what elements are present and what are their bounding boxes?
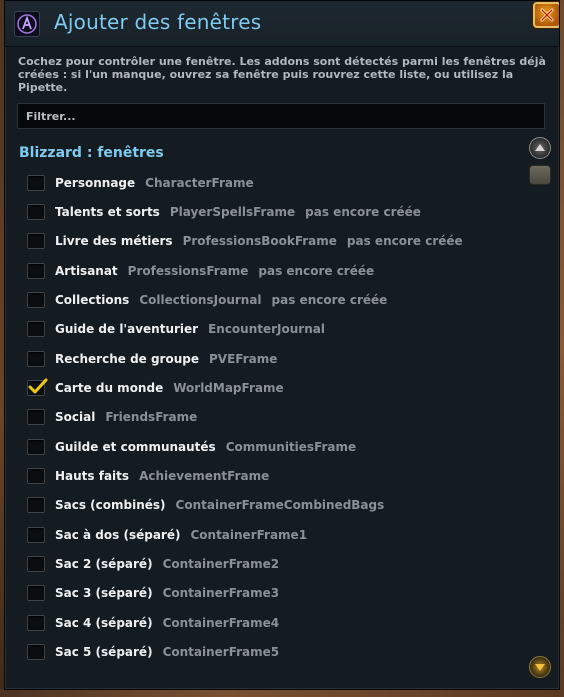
list-item[interactable]: Carte du monde WorldMapFrame	[27, 377, 523, 399]
frame-name: ContainerFrameCombinedBags	[175, 498, 385, 512]
window-label: Sac 2 (séparé)	[55, 557, 153, 571]
list-item[interactable]: Talents et sorts PlayerSpellsFrame pas enc…	[27, 201, 523, 223]
window-label: Guilde et communautés	[55, 440, 216, 454]
status-text: pas encore créée	[271, 293, 388, 307]
list-item[interactable]: Collections CollectionsJournal pas encore …	[27, 289, 523, 311]
list-item[interactable]: Guilde et communautés CommunitiesFrame	[27, 436, 523, 458]
window-checkbox[interactable]	[27, 292, 45, 308]
window-checkbox[interactable]	[27, 527, 45, 543]
list-item[interactable]: Personnage CharacterFrame	[27, 172, 523, 194]
description-text: Cochez pour contrôler une fenêtre. Les a…	[18, 55, 546, 94]
window-checkbox[interactable]	[27, 497, 45, 513]
list-item[interactable]: Guide de l'aventurier EncounterJournal	[27, 318, 523, 340]
scroll-up-icon	[535, 144, 545, 151]
addon-logo-icon	[14, 11, 40, 37]
frame-name: PVEFrame	[209, 352, 278, 366]
add-windows-dialog: Ajouter des fenêtres Cochez pour contrôl…	[4, 0, 560, 690]
window-label: Sac 3 (séparé)	[55, 586, 153, 600]
list-item[interactable]: Hauts faits AchievementFrame	[27, 465, 523, 487]
window-checkbox[interactable]	[27, 556, 45, 572]
frame-name: CommunitiesFrame	[225, 440, 357, 454]
window-label: Artisanat	[55, 264, 118, 278]
frame-name: PlayerSpellsFrame	[169, 205, 296, 219]
window-checkbox[interactable]	[27, 468, 45, 484]
list-item[interactable]: Artisanat ProfessionsFrame pas encore créé…	[27, 260, 523, 282]
frame-name: ContainerFrame1	[190, 528, 308, 542]
list-item[interactable]: Sac 3 (séparé) ContainerFrame3	[27, 582, 523, 604]
status-text: pas encore créée	[258, 264, 375, 278]
window-checkbox[interactable]	[27, 321, 45, 337]
list-item[interactable]: Sac à dos (séparé) ContainerFrame1	[27, 524, 523, 546]
window-checkbox[interactable]	[27, 615, 45, 631]
list-item[interactable]: Sacs (combinés) ContainerFrameCombinedBag…	[27, 494, 523, 516]
list-item[interactable]: Sac 4 (séparé) ContainerFrame4	[27, 612, 523, 634]
window-label: Talents et sorts	[55, 205, 160, 219]
scroll-down-icon	[535, 664, 545, 671]
window-label: Recherche de groupe	[55, 352, 199, 366]
window-checkbox[interactable]	[27, 233, 45, 249]
window-label: Sacs (combinés)	[55, 498, 166, 512]
window-checkbox[interactable]	[27, 175, 45, 191]
background-bottom	[0, 689, 564, 697]
close-button[interactable]	[533, 2, 559, 28]
frame-name: FriendsFrame	[105, 410, 198, 424]
frame-name: ContainerFrame2	[162, 557, 280, 571]
frame-name: CollectionsJournal	[139, 293, 262, 307]
frame-name: WorldMapFrame	[173, 381, 284, 395]
dialog-title: Ajouter des fenêtres	[54, 10, 262, 34]
list-item[interactable]: Social FriendsFrame	[27, 406, 523, 428]
window-checkbox[interactable]	[27, 204, 45, 220]
window-list: Personnage CharacterFrame Talents et sorts…	[5, 169, 525, 689]
window-checkbox[interactable]	[27, 439, 45, 455]
frame-name: CharacterFrame	[145, 176, 254, 190]
window-checkbox[interactable]	[27, 644, 45, 660]
frame-name: EncounterJournal	[208, 322, 325, 336]
frame-name: ProfessionsBookFrame	[182, 234, 337, 248]
window-label: Personnage	[55, 176, 136, 190]
checkmark-icon	[28, 378, 48, 394]
status-text: pas encore créée	[305, 205, 421, 219]
window-checkbox[interactable]	[27, 378, 48, 396]
window-label: Carte du monde	[55, 381, 164, 395]
frame-name: AchievementFrame	[139, 469, 270, 483]
window-checkbox[interactable]	[27, 263, 45, 279]
filter-input[interactable]	[17, 103, 545, 129]
list-item[interactable]: Sac 5 (séparé) ContainerFrame5	[27, 641, 523, 663]
list-item[interactable]: Sac 2 (séparé) ContainerFrame2	[27, 553, 523, 575]
window-label: Sac 5 (séparé)	[55, 645, 153, 659]
window-label: Livre des métiers	[55, 234, 173, 248]
window-label: Hauts faits	[55, 469, 130, 483]
window-label: Sac 4 (séparé)	[55, 616, 153, 630]
window-label: Guide de l'aventurier	[55, 322, 199, 336]
section-title: Blizzard : fenêtres	[19, 145, 164, 161]
frame-name: ContainerFrame5	[162, 645, 280, 659]
title-bar: Ajouter des fenêtres	[5, 1, 559, 47]
scroll-down-button[interactable]	[529, 656, 551, 678]
scroll-thumb[interactable]	[529, 165, 551, 185]
window-label: Sac à dos (séparé)	[55, 528, 181, 542]
scroll-up-button[interactable]	[529, 137, 551, 159]
window-label: Social	[55, 410, 96, 424]
close-icon	[540, 8, 554, 22]
window-checkbox[interactable]	[27, 409, 45, 425]
frame-name: ContainerFrame4	[162, 616, 280, 630]
frame-name: ProfessionsFrame	[127, 264, 249, 278]
window-label: Collections	[55, 293, 130, 307]
window-checkbox[interactable]	[27, 351, 45, 367]
list-item[interactable]: Recherche de groupe PVEFrame	[27, 348, 523, 370]
list-item[interactable]: Livre des métiers ProfessionsBookFrame pas…	[27, 230, 523, 252]
window-checkbox[interactable]	[27, 585, 45, 601]
frame-name: ContainerFrame3	[162, 586, 280, 600]
status-text: pas encore créée	[346, 234, 463, 248]
